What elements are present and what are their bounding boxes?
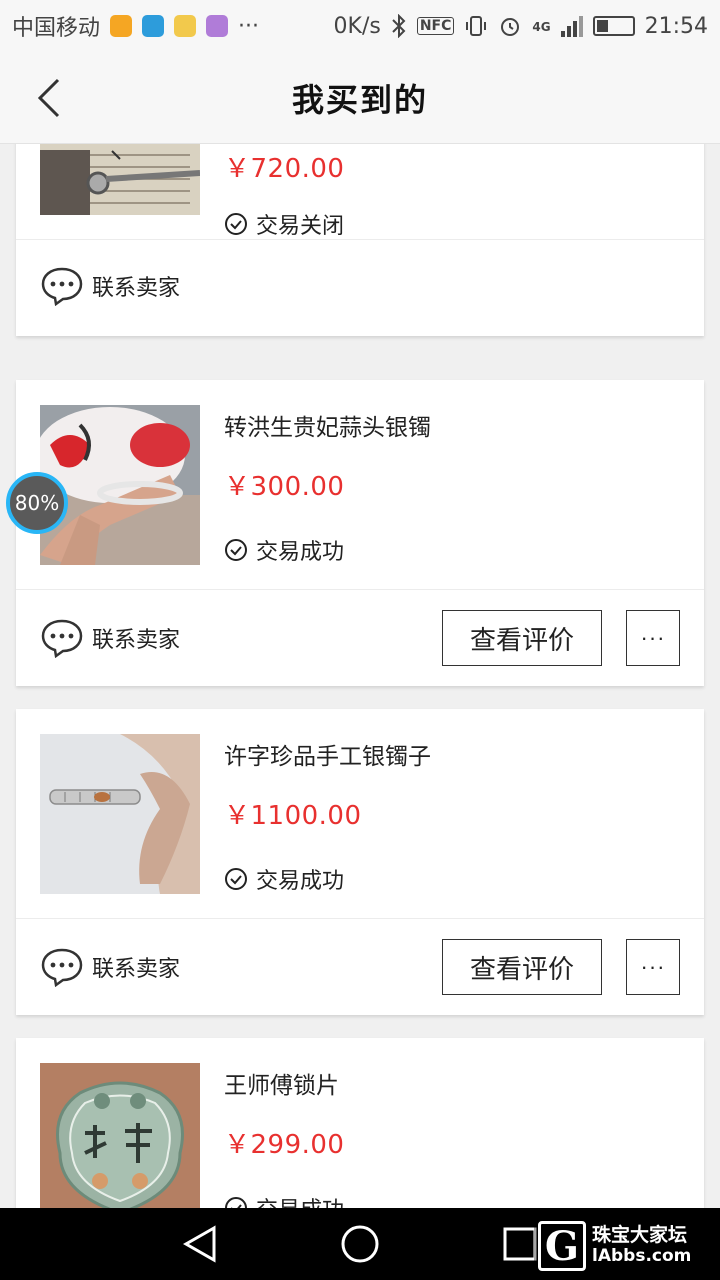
contact-seller-label: 联系卖家 xyxy=(92,276,181,301)
back-nav-icon[interactable] xyxy=(182,1224,218,1264)
order-actions: 联系卖家 查看评价 ··· xyxy=(16,919,704,1015)
watermark-logo: G xyxy=(538,1221,586,1271)
product-name[interactable]: 许字珍品手工银镯子 xyxy=(224,737,431,771)
more-options-button[interactable]: ··· xyxy=(626,939,680,995)
clock: 21:54 xyxy=(644,13,708,39)
network-speed: 0K/s xyxy=(333,13,381,39)
order-actions: 联系卖家 xyxy=(16,240,704,336)
check-circle-icon xyxy=(225,1197,247,1208)
order-info[interactable]: 王师傅锁片 ￥299.00 交易成功 xyxy=(16,1038,704,1208)
product-name[interactable]: 王师傅锁片 xyxy=(224,1066,339,1100)
contact-seller-button[interactable]: 联系卖家 xyxy=(40,266,180,306)
gallery-app-icon xyxy=(206,15,229,37)
order-status-text: 交易成功 xyxy=(256,540,345,565)
check-circle-icon xyxy=(225,868,247,890)
contact-seller-button[interactable]: 联系卖家 xyxy=(40,947,180,987)
site-watermark: G 珠宝大家坛 lAbbs.com xyxy=(534,1216,714,1276)
battery-icon xyxy=(592,16,635,36)
order-actions: 联系卖家 查看评价 ··· xyxy=(16,590,704,686)
order-card[interactable]: 许字珍品手工银镯子 ￥1100.00 交易成功 联系卖家 查看评价 ··· xyxy=(16,709,704,1015)
contact-seller-button[interactable]: 联系卖家 xyxy=(40,618,180,658)
contact-seller-label: 联系卖家 xyxy=(92,957,181,982)
alarm-icon xyxy=(501,18,520,36)
vibrate-icon xyxy=(466,16,487,36)
health-app-icon xyxy=(110,15,133,37)
navigation-bar: 我买到的 xyxy=(0,52,720,144)
network-type: 4G xyxy=(532,19,551,34)
order-status-text: 交易成功 xyxy=(256,1192,344,1208)
product-thumbnail[interactable] xyxy=(40,734,200,894)
back-arrow-icon[interactable] xyxy=(30,76,74,120)
order-status-text: 交易关闭 xyxy=(256,214,345,239)
order-info[interactable]: 转洪生贵妃蒜头银镯 ￥300.00 交易成功 xyxy=(16,380,704,590)
chat-bubble-icon xyxy=(41,267,83,306)
product-thumbnail[interactable] xyxy=(40,1063,200,1208)
signal-icon xyxy=(560,15,583,37)
watermark-cn-text: 珠宝大家坛 xyxy=(592,1224,688,1247)
product-price: ￥1100.00 xyxy=(224,801,362,831)
check-circle-icon xyxy=(225,213,247,235)
floating-progress-badge[interactable]: 80% xyxy=(6,472,68,534)
order-status: 交易成功 xyxy=(224,534,344,566)
product-price: ￥720.00 xyxy=(224,154,345,184)
chat-bubble-icon xyxy=(41,619,83,658)
page-title: 我买到的 xyxy=(291,80,428,119)
wallet-app-icon xyxy=(174,15,197,37)
view-review-button[interactable]: 查看评价 xyxy=(442,939,602,995)
contact-seller-label: 联系卖家 xyxy=(92,628,181,653)
bluetooth-icon xyxy=(392,14,406,38)
product-thumbnail[interactable] xyxy=(40,144,200,215)
check-circle-icon xyxy=(225,539,247,561)
product-price: ￥299.00 xyxy=(224,1130,345,1160)
order-card[interactable]: 王师傅锁片 ￥299.00 交易成功 xyxy=(16,1038,704,1208)
recent-apps-icon[interactable] xyxy=(502,1224,538,1264)
order-card[interactable]: ￥720.00 交易关闭 联系卖家 xyxy=(16,144,704,336)
message-app-icon xyxy=(142,15,165,37)
order-list[interactable]: ￥720.00 交易关闭 联系卖家 转洪生贵妃蒜头银镯 ￥300.00 交易成功… xyxy=(0,144,720,1208)
watermark-en-text: lAbbs.com xyxy=(592,1246,692,1267)
order-info[interactable]: ￥720.00 交易关闭 xyxy=(16,144,704,240)
status-bar: 中国移动 ··· 0K/s NFC 4G 21:54 xyxy=(0,0,720,52)
nfc-icon: NFC xyxy=(416,17,455,35)
product-name[interactable]: 转洪生贵妃蒜头银镯 xyxy=(224,408,431,442)
order-status: 交易关闭 xyxy=(224,208,344,240)
order-status-text: 交易成功 xyxy=(256,869,345,894)
order-status: 交易成功 xyxy=(224,1192,344,1208)
order-card[interactable]: 转洪生贵妃蒜头银镯 ￥300.00 交易成功 联系卖家 查看评价 ··· xyxy=(16,380,704,686)
product-thumbnail[interactable] xyxy=(40,405,200,565)
carrier-label: 中国移动 xyxy=(12,16,101,41)
home-nav-icon[interactable] xyxy=(340,1224,380,1264)
product-price: ￥300.00 xyxy=(224,472,345,502)
more-options-button[interactable]: ··· xyxy=(626,610,680,666)
more-notifications-icon: ··· xyxy=(238,13,259,39)
order-info[interactable]: 许字珍品手工银镯子 ￥1100.00 交易成功 xyxy=(16,709,704,919)
chat-bubble-icon xyxy=(41,948,83,987)
view-review-button[interactable]: 查看评价 xyxy=(442,610,602,666)
order-status: 交易成功 xyxy=(224,863,344,895)
